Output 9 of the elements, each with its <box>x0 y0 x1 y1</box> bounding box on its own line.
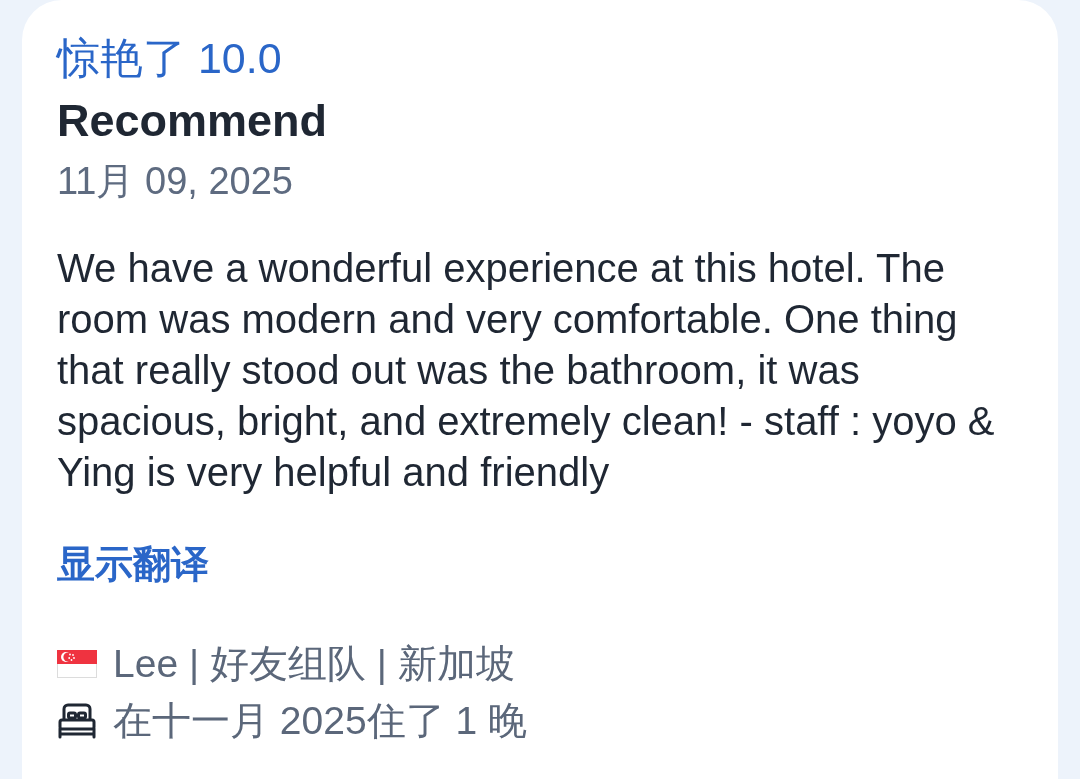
show-translation-link[interactable]: 显示翻译 <box>57 541 209 587</box>
review-text: We have a wonderful experience at this hotel. The room was modern and very comfortable. One thing that really stood out was the bathroom, it was spacious, bright, and extremely clean! - staff : yoyo & Ying is very helpful and friendly <box>57 245 996 496</box>
flag-icon <box>57 650 97 678</box>
stay-info: 在十一月 2025住了 1 晚 <box>113 698 527 744</box>
rating-score: 惊艳了 10.0 <box>57 34 282 82</box>
review-title: Recommend <box>57 95 328 147</box>
bed-icon <box>58 703 96 739</box>
review-date: 11月 09, 2025 <box>57 159 293 204</box>
reviewer-info: Lee | 好友组队 | 新加坡 <box>113 641 515 687</box>
